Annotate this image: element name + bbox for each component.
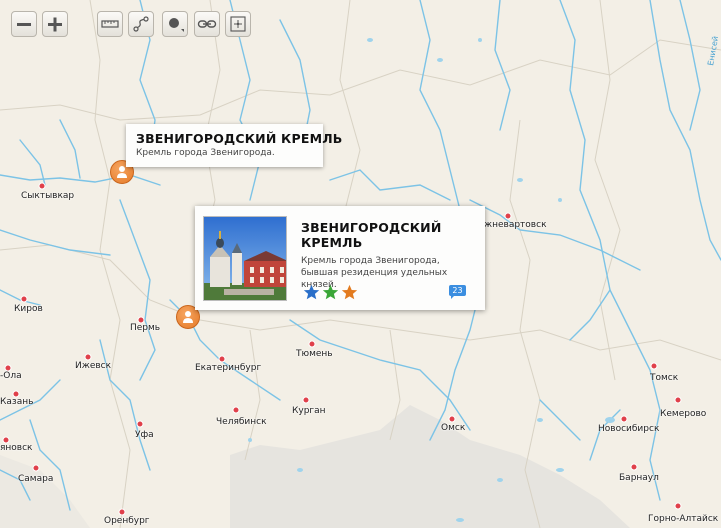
city-dot — [448, 415, 456, 423]
city-label-tomsk: Томск — [650, 373, 679, 383]
star-icon[interactable] — [322, 284, 339, 301]
ruler-icon — [101, 20, 119, 28]
city-label-nizhnevartovsk: жневартовск — [484, 220, 547, 230]
city-dot — [620, 415, 628, 423]
star-icon[interactable] — [303, 284, 320, 301]
city-label-kemerovo: Кемерово — [660, 409, 707, 419]
city-dot — [232, 406, 240, 414]
city-label-samara: Самара — [18, 474, 54, 484]
city-dot — [302, 396, 310, 404]
popup-small-description: Кремль города Звенигорода. — [136, 148, 275, 158]
city-label-syktyvkar: Сыктывкар — [21, 191, 75, 201]
city-label-ulyanovsk: яновск — [0, 443, 33, 453]
city-label-yoshkar-ola: -Ола — [0, 371, 22, 381]
popup-small-title: ЗВЕНИГОРОДСКИЙ КРЕМЛЬ — [136, 131, 343, 146]
point-button[interactable] — [162, 11, 188, 37]
city-label-barnaul: Барнаул — [619, 473, 659, 483]
city-dot — [674, 502, 682, 510]
route-icon — [133, 16, 149, 32]
point-icon — [169, 18, 184, 32]
comments-button[interactable]: 23 — [449, 284, 466, 299]
zoom-in-icon — [48, 17, 62, 32]
zoom-in-button[interactable] — [42, 11, 68, 37]
popup-card-large[interactable]: ЗВЕНИГОРОДСКИЙ КРЕМЛЬ Кремль города Звен… — [195, 206, 485, 310]
city-label-ekaterinburg: Екатеринбург — [195, 363, 262, 373]
person-icon — [183, 311, 193, 323]
city-label-omsk: Омск — [441, 423, 466, 433]
city-label-tyumen: Тюмень — [296, 349, 333, 359]
city-label-orenburg: Оренбург — [104, 516, 150, 526]
star-icon[interactable] — [341, 284, 358, 301]
route-button[interactable] — [128, 11, 154, 37]
city-dot — [20, 295, 28, 303]
popup-tooltip-small[interactable]: ЗВЕНИГОРОДСКИЙ КРЕМЛЬ Кремль города Звен… — [126, 124, 343, 167]
popup-large-title: ЗВЕНИГОРОДСКИЙ КРЕМЛЬ — [301, 220, 442, 250]
city-label-izhevsk: Ижевск — [75, 361, 112, 371]
zoom-out-button[interactable] — [11, 11, 37, 37]
city-dot — [38, 182, 46, 190]
city-label-gorno-altaisk: Горно-Алтайск — [648, 514, 719, 524]
crosshair-button[interactable] — [225, 11, 251, 37]
city-dot — [674, 396, 682, 404]
city-label-perm: Пермь — [130, 323, 161, 333]
city-dot — [118, 508, 126, 516]
comment-bubble-icon — [451, 296, 454, 299]
zoom-out-icon — [17, 23, 31, 26]
crosshair-icon — [230, 16, 246, 32]
rating-stars[interactable] — [303, 284, 358, 301]
city-label-chelyabinsk: Челябинск — [216, 417, 267, 427]
city-label-novosibirsk: Новосибирск — [598, 424, 660, 434]
city-label-kurgan: Курган — [292, 406, 326, 416]
city-label-kirov: Киров — [14, 304, 43, 314]
city-label-kazan: Казань — [0, 397, 34, 407]
city-dot — [650, 362, 658, 370]
ruler-button[interactable] — [97, 11, 123, 37]
city-dot — [136, 420, 144, 428]
city-dot — [84, 353, 92, 361]
link-button[interactable] — [194, 11, 220, 37]
link-icon — [197, 20, 217, 28]
city-dot — [630, 463, 638, 471]
city-dot — [308, 340, 316, 348]
city-dot — [32, 464, 40, 472]
city-label-ufa: Уфа — [135, 430, 154, 440]
city-dot — [504, 212, 512, 220]
city-dot — [218, 355, 226, 363]
kremlin-photo[interactable] — [203, 216, 287, 301]
